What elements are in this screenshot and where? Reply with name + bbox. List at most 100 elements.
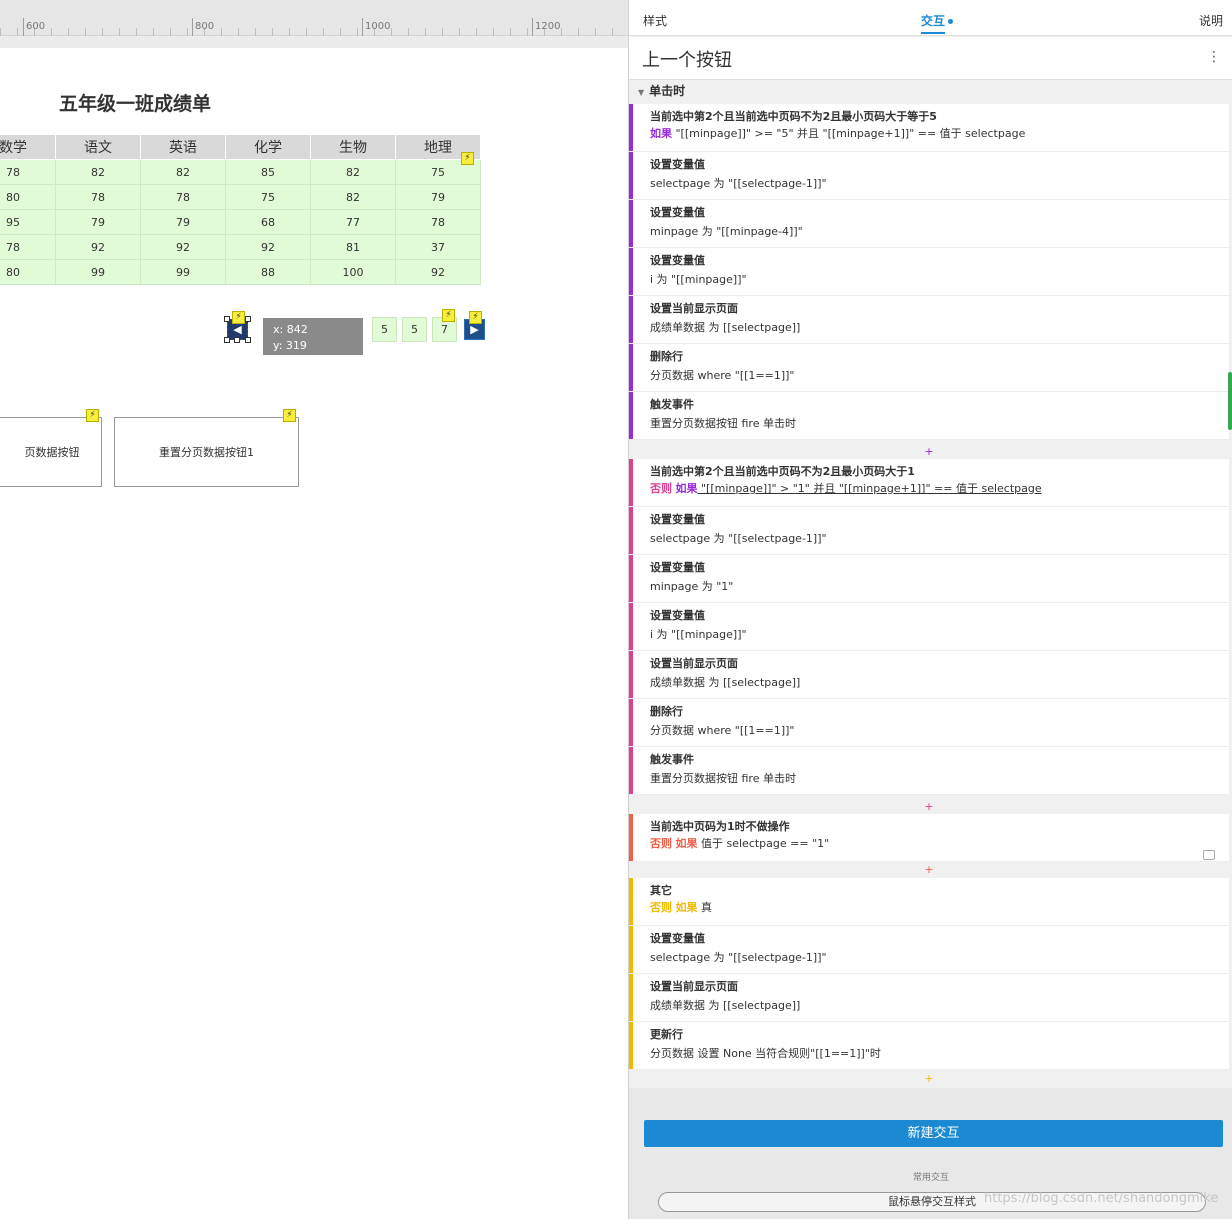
common-interactions-label: 常用交互: [912, 1173, 949, 1183]
case-action[interactable]: 设置变量值 selectpage 为 "[[selectpage-1]]": [629, 926, 1229, 974]
tab-style[interactable]: 样式: [643, 12, 667, 29]
selection-handle[interactable]: [224, 337, 230, 343]
add-action-plus-icon[interactable]: +: [629, 444, 1229, 460]
case-action[interactable]: 设置当前显示页面 成绩单数据 为 [[selectpage]]: [629, 296, 1229, 344]
grade-table[interactable]: 数学 语文 英语 化学 生物 地理 78 82 82 85 82 75 80 78 78 75 82…: [0, 134, 481, 285]
table-cell: 99: [140, 259, 226, 285]
ruler-ticks: [0, 28, 628, 36]
interaction-bolt-icon[interactable]: ⚡: [442, 309, 455, 322]
condition-text: "[[minpage]]" > "1" 并且 "[[minpage+1]]" =…: [697, 482, 1042, 495]
widget-header: 上一个按钮 ⋮: [629, 37, 1232, 80]
case-header[interactable]: 当前选中页码为1时不做操作 否则 如果 值于 selectpage == "1": [629, 814, 1229, 862]
table-cell: 92: [225, 234, 311, 260]
case-action[interactable]: 触发事件 重置分页数据按钮 fire 单击时: [629, 747, 1229, 795]
table-row: 80 99 99 88 100 92: [0, 259, 481, 285]
add-action-plus-icon[interactable]: +: [629, 1071, 1229, 1087]
case-action[interactable]: 设置变量值 i 为 "[[minpage]]": [629, 248, 1229, 296]
action-description: 分页数据 where "[[1==1]]": [650, 724, 795, 737]
watermark: https://blog.csdn.net/shandongmlke: [984, 1191, 1219, 1206]
action-title: 设置变量值: [650, 254, 705, 267]
event-onclick[interactable]: ▼ 单击时: [629, 81, 1232, 103]
case-action[interactable]: 设置变量值 i 为 "[[minpage]]": [629, 603, 1229, 651]
interaction-bolt-icon[interactable]: ⚡: [461, 152, 474, 165]
action-description: 重置分页数据按钮 fire 单击时: [650, 772, 796, 785]
table-cell: 85: [225, 159, 311, 185]
interaction-case[interactable]: 当前选中页码为1时不做操作 否则 如果 值于 selectpage == "1": [629, 814, 1229, 862]
coordinate-tooltip: x: 842 y: 319 w: 25 h: 25: [263, 318, 363, 384]
action-title: 设置变量值: [650, 609, 705, 622]
case-header[interactable]: 当前选中第2个且当前选中页码不为2且最小页码大于等于5 如果 "[[minpage…: [629, 104, 1229, 152]
bottom-actions: 新建交互 常用交互 鼠标悬停交互样式 https://blog.csdn.net…: [629, 1088, 1232, 1219]
reset-page-data-button[interactable]: 重置分页数据按钮1: [114, 417, 299, 487]
selection-handle[interactable]: [234, 337, 240, 343]
table-cell: 78: [395, 209, 481, 235]
pager-page-cell[interactable]: 5: [372, 317, 397, 342]
interaction-case[interactable]: 其它 否则 如果 真设置变量值 selectpage 为 "[[selectpage…: [629, 878, 1229, 1070]
add-action-plus-icon[interactable]: +: [629, 862, 1229, 878]
case-name: 当前选中第2个且当前选中页码不为2且最小页码大于1: [650, 465, 915, 478]
column-header: 化学: [225, 134, 311, 160]
design-canvas[interactable]: 600 800 1000 1200 五年级一班成绩单 数学 语文 英语 化学 生…: [0, 0, 628, 1219]
case-action[interactable]: 设置变量值 minpage 为 "[[minpage-4]]": [629, 200, 1229, 248]
table-cell: 81: [310, 234, 396, 260]
action-title: 设置变量值: [650, 158, 705, 171]
else-keyword: 否则: [650, 901, 672, 914]
tab-interaction[interactable]: 交互: [921, 12, 954, 29]
case-action[interactable]: 设置当前显示页面 成绩单数据 为 [[selectpage]]: [629, 651, 1229, 699]
selection-handle[interactable]: [245, 316, 251, 322]
action-title: 更新行: [650, 1028, 683, 1041]
selection-handle[interactable]: [245, 337, 251, 343]
tab-notes[interactable]: 说明: [1199, 12, 1223, 29]
action-description: i 为 "[[minpage]]": [650, 273, 747, 286]
interaction-bolt-icon[interactable]: ⚡: [86, 409, 99, 422]
new-interaction-button[interactable]: 新建交互: [644, 1120, 1223, 1147]
page-data-button[interactable]: 页数据按钮: [0, 417, 102, 487]
ruler-major-tick: [192, 18, 193, 36]
case-action[interactable]: 设置变量值 selectpage 为 "[[selectpage-1]]": [629, 152, 1229, 200]
interaction-case[interactable]: 当前选中第2个且当前选中页码不为2且最小页码大于1 否则 如果 "[[minpag…: [629, 459, 1229, 795]
copy-icon[interactable]: [1203, 850, 1215, 860]
case-action[interactable]: 设置变量值 minpage 为 "1": [629, 555, 1229, 603]
widget-title[interactable]: 上一个按钮: [642, 46, 732, 72]
collapse-caret-icon[interactable]: ▼: [638, 88, 644, 97]
case-action[interactable]: 设置当前显示页面 成绩单数据 为 [[selectpage]]: [629, 974, 1229, 1022]
table-cell: 68: [225, 209, 311, 235]
action-title: 设置变量值: [650, 513, 705, 526]
interaction-case[interactable]: 当前选中第2个且当前选中页码不为2且最小页码大于等于5 如果 "[[minpage…: [629, 104, 1229, 440]
action-description: 重置分页数据按钮 fire 单击时: [650, 417, 796, 430]
interaction-bolt-icon[interactable]: ⚡: [232, 311, 245, 324]
table-cell: 92: [395, 259, 481, 285]
table-cell: 99: [55, 259, 141, 285]
table-cell: 92: [140, 234, 226, 260]
table-cell: 82: [140, 159, 226, 185]
case-action[interactable]: 设置变量值 selectpage 为 "[[selectpage-1]]": [629, 507, 1229, 555]
case-condition: 否则 如果 值于 selectpage == "1": [650, 834, 1229, 853]
selection-handle[interactable]: [224, 316, 230, 322]
action-description: i 为 "[[minpage]]": [650, 628, 747, 641]
inspector-tabs: 样式 交互 说明: [629, 0, 1232, 36]
grade-table-title[interactable]: 五年级一班成绩单: [59, 89, 211, 116]
table-cell: 75: [225, 184, 311, 210]
action-title: 触发事件: [650, 398, 694, 411]
interaction-bolt-icon[interactable]: ⚡: [469, 311, 482, 324]
action-title: 设置当前显示页面: [650, 980, 738, 993]
case-action[interactable]: 删除行 分页数据 where "[[1==1]]": [629, 344, 1229, 392]
case-header[interactable]: 当前选中第2个且当前选中页码不为2且最小页码大于1 否则 如果 "[[minpag…: [629, 459, 1229, 507]
app-root: 600 800 1000 1200 五年级一班成绩单 数学 语文 英语 化学 生…: [0, 0, 1232, 1219]
ruler-major-tick: [362, 18, 363, 36]
more-options-icon[interactable]: ⋮: [1207, 49, 1221, 65]
case-action[interactable]: 触发事件重置分页数据按钮 fire 单击时: [629, 392, 1229, 440]
case-action[interactable]: 删除行 分页数据 where "[[1==1]]": [629, 699, 1229, 747]
case-action[interactable]: 更新行 分页数据 设置 None 当符合规则"[[1==1]]"时: [629, 1022, 1229, 1070]
action-title: 设置变量值: [650, 932, 705, 945]
action-description: 成绩单数据 为 [[selectpage]]: [650, 676, 801, 689]
case-header[interactable]: 其它 否则 如果 真: [629, 878, 1229, 926]
table-row: 80 78 78 75 82 79: [0, 184, 481, 210]
scrollbar-thumb[interactable]: [1228, 372, 1232, 430]
add-action-plus-icon[interactable]: +: [629, 799, 1229, 815]
interaction-bolt-icon[interactable]: ⚡: [283, 409, 296, 422]
if-keyword: 如果: [675, 482, 698, 495]
reset-page-data-button-label: 重置分页数据按钮1: [159, 446, 254, 459]
case-condition: 否则 如果 真: [650, 898, 1229, 917]
pager-page-cell[interactable]: 5: [402, 317, 427, 342]
